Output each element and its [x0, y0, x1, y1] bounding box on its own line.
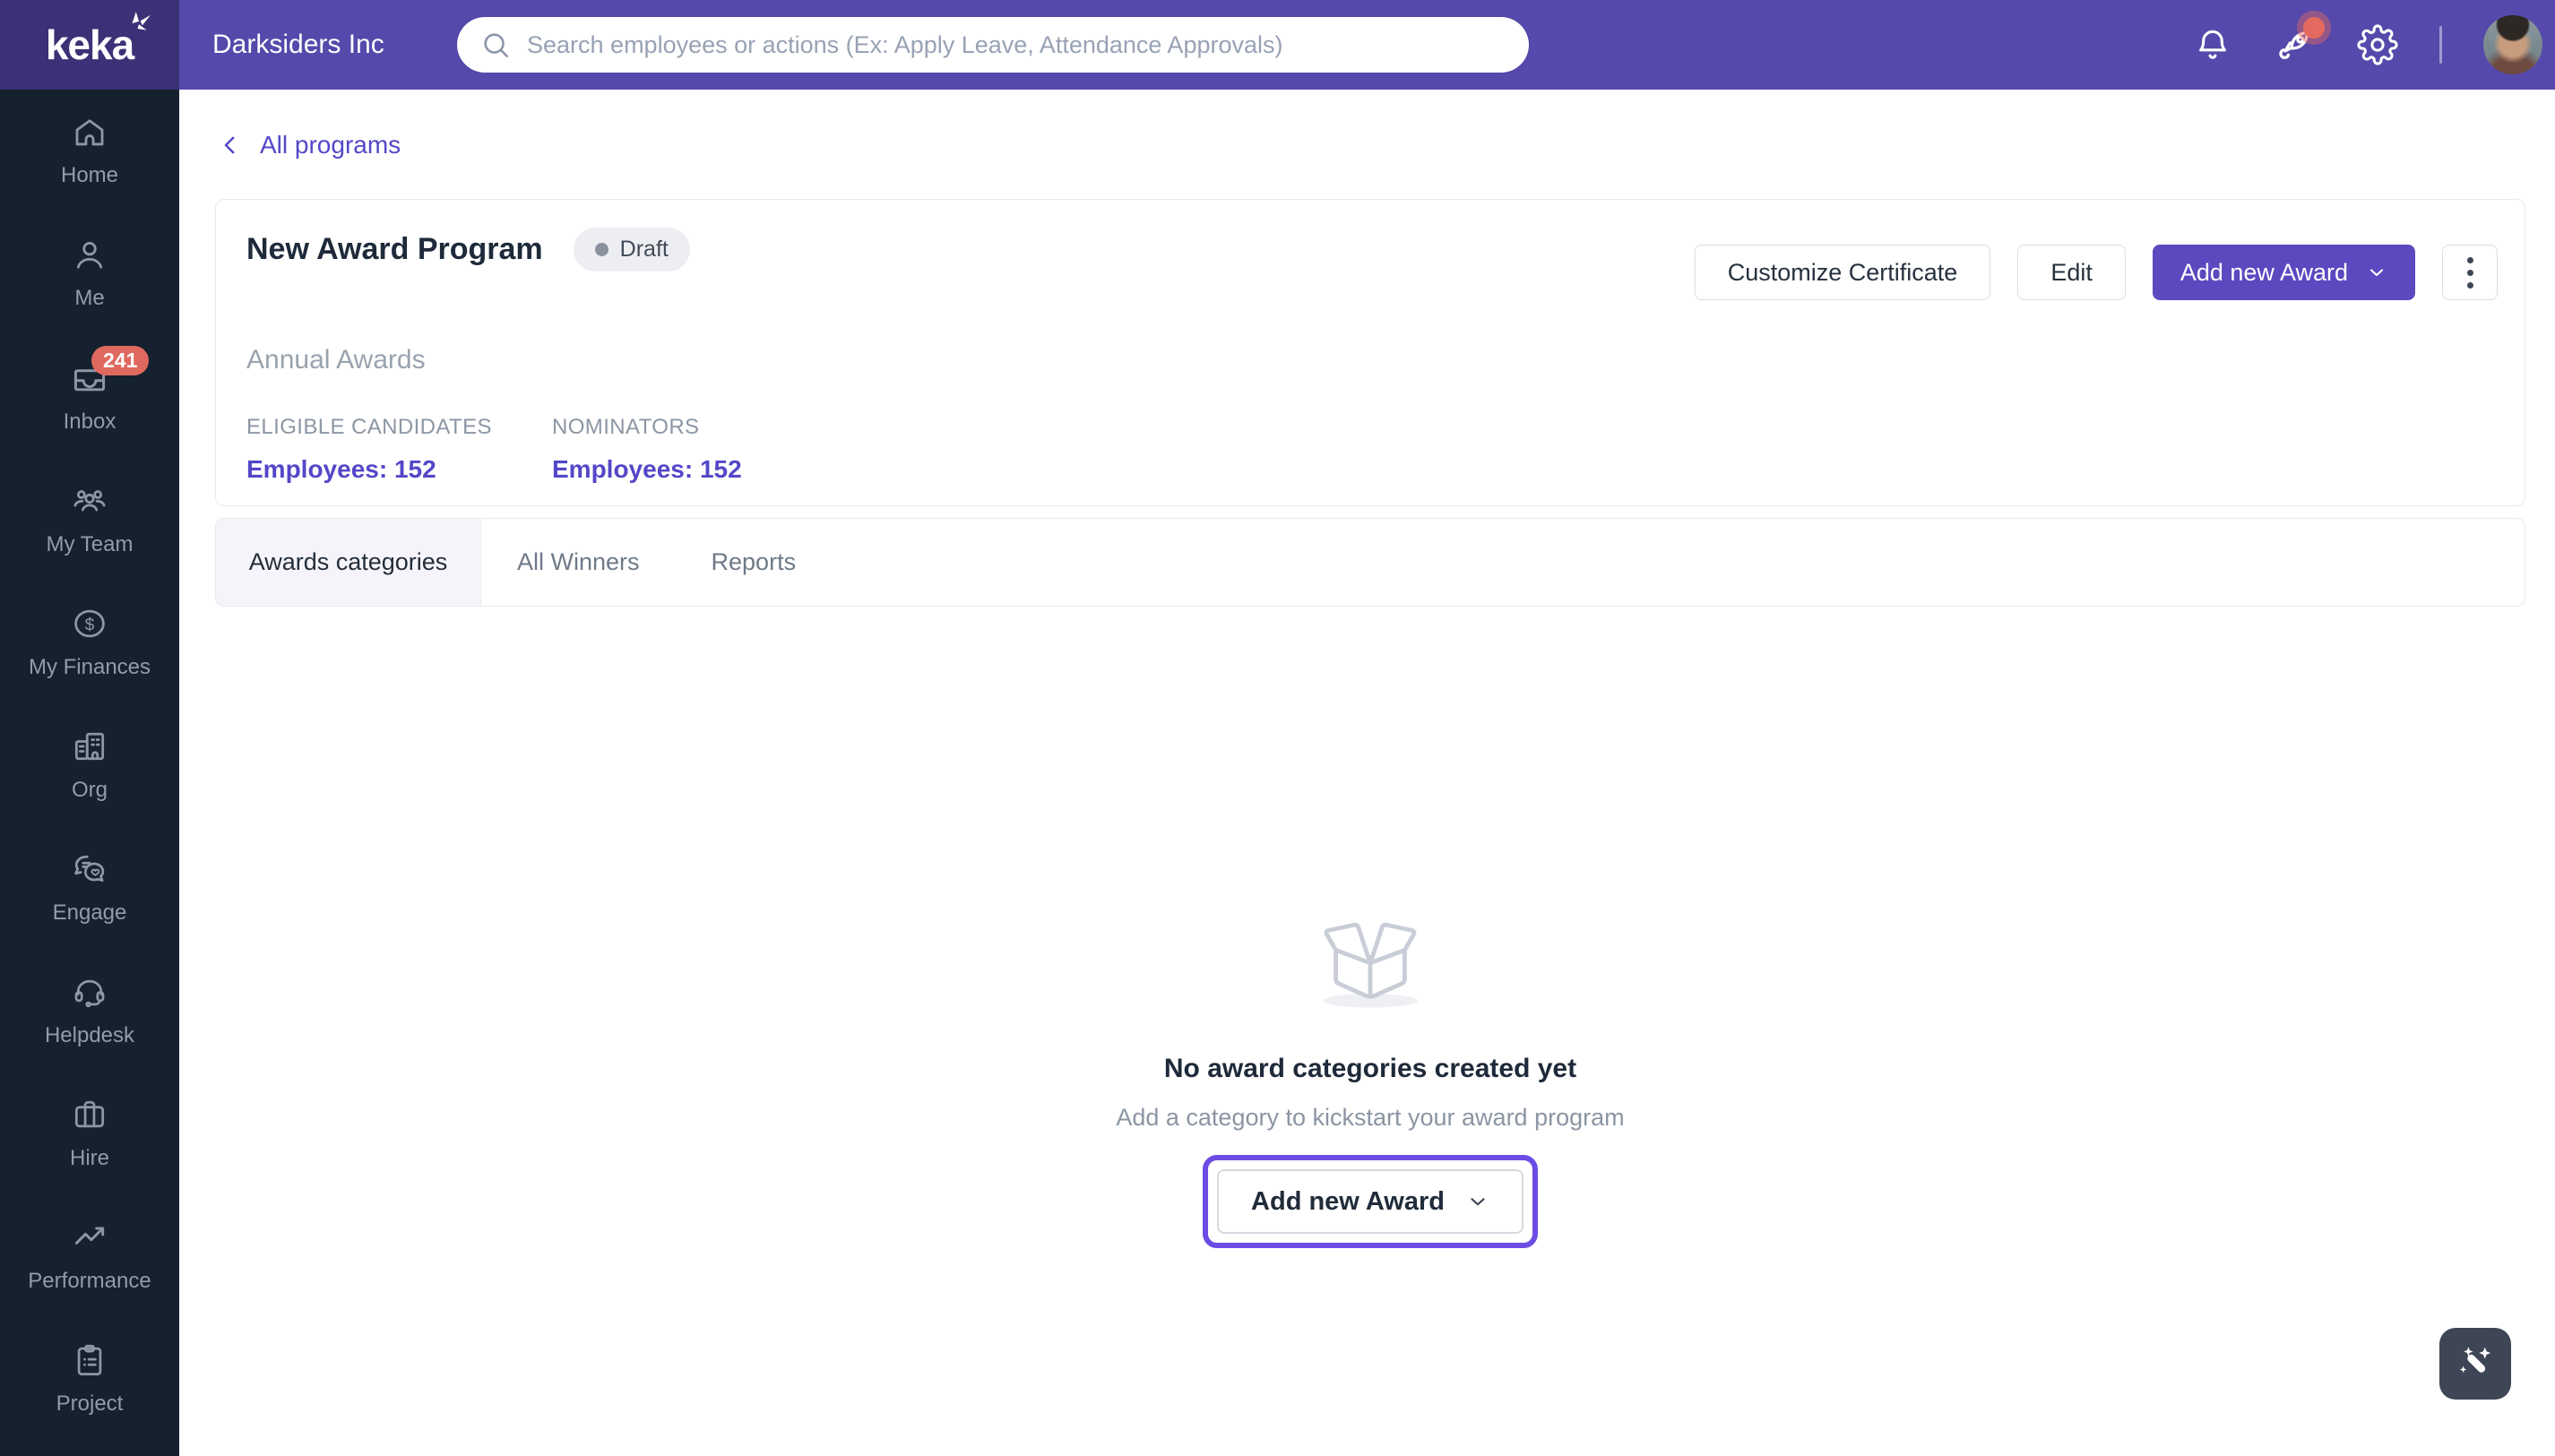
- program-title: New Award Program: [246, 231, 543, 266]
- sidebar-item-engage[interactable]: Engage: [0, 826, 179, 949]
- hire-briefcase-icon: [74, 1100, 105, 1128]
- sidebar-item-my-finances[interactable]: $ My Finances: [0, 581, 179, 703]
- chevron-down-icon: [1471, 1198, 1485, 1206]
- add-new-award-button[interactable]: Add new Award: [2152, 245, 2415, 300]
- team-icon: [73, 490, 106, 512]
- back-to-all-programs[interactable]: All programs: [217, 131, 401, 159]
- empty-add-new-award-button[interactable]: Add new Award: [1217, 1169, 1524, 1234]
- home-icon: [75, 119, 104, 146]
- magic-wand-icon: [2459, 1347, 2491, 1374]
- nominators-link[interactable]: Employees: 152: [552, 455, 822, 484]
- edit-button[interactable]: Edit: [2017, 245, 2126, 300]
- sidebar-item-my-team[interactable]: My Team: [0, 458, 179, 581]
- tab-reports[interactable]: Reports: [676, 519, 833, 606]
- main-sidebar: Home Me Inbox 241 My Team $ My Finances …: [0, 90, 179, 1456]
- eligible-candidates-col: ELIGIBLE CANDIDATES Employees: 152: [246, 415, 552, 484]
- customize-certificate-button[interactable]: Customize Certificate: [1694, 245, 1991, 300]
- notifications-bell-icon[interactable]: [2192, 24, 2233, 65]
- project-clipboard-icon: [77, 1344, 102, 1375]
- inbox-count-badge: 241: [91, 346, 150, 375]
- eligible-candidates-link[interactable]: Employees: 152: [246, 455, 516, 484]
- nominators-col: NOMINATORS Employees: 152: [552, 415, 858, 484]
- program-actions: Customize Certificate Edit Add new Award: [1694, 245, 2498, 300]
- svg-text:$: $: [85, 616, 95, 634]
- dollar-circle-icon: $: [74, 609, 105, 638]
- settings-gear-icon[interactable]: [2357, 24, 2398, 65]
- empty-state: No award categories created yet Add a ca…: [215, 905, 2525, 1248]
- more-options-kebab-button[interactable]: [2442, 245, 2498, 300]
- search-input[interactable]: [527, 30, 1506, 59]
- sidebar-item-me[interactable]: Me: [0, 212, 179, 335]
- tab-all-winners[interactable]: All Winners: [481, 519, 676, 606]
- search-icon: [484, 33, 509, 58]
- header-divider: [2439, 26, 2442, 64]
- sidebar-item-helpdesk[interactable]: Helpdesk: [0, 949, 179, 1072]
- program-meta: ELIGIBLE CANDIDATES Employees: 152 NOMIN…: [246, 415, 858, 484]
- sidebar-item-project[interactable]: Project: [0, 1317, 179, 1440]
- sidebar-item-org[interactable]: Org: [0, 703, 179, 826]
- empty-state-subtitle: Add a category to kickstart your award p…: [1116, 1104, 1625, 1131]
- keka-logo-text: keka: [46, 12, 151, 69]
- helpdesk-headset-icon: [74, 979, 105, 1008]
- person-icon: [77, 241, 102, 269]
- empty-state-title: No award categories created yet: [1163, 1054, 1577, 1083]
- status-badge: Draft: [573, 227, 690, 271]
- sidebar-item-partial[interactable]: [0, 1440, 179, 1456]
- engage-chat-icon: [74, 855, 105, 883]
- top-header: keka Darksiders Inc: [0, 0, 2555, 90]
- header-actions: [2192, 0, 2542, 90]
- global-search[interactable]: [457, 17, 1529, 73]
- nominators-label: NOMINATORS: [552, 415, 700, 439]
- keka-logo-burst-icon: [132, 12, 151, 30]
- add-award-highlight-ring: Add new Award: [1203, 1155, 1538, 1248]
- whats-new-rocket-icon[interactable]: [2274, 17, 2325, 65]
- chevron-left-icon: [224, 136, 235, 154]
- tab-awards-categories[interactable]: Awards categories: [216, 519, 481, 606]
- company-name: Darksiders Inc: [212, 30, 384, 59]
- sidebar-item-hire[interactable]: Hire: [0, 1072, 179, 1194]
- keka-logo[interactable]: keka: [0, 0, 179, 90]
- user-avatar[interactable]: [2483, 15, 2542, 74]
- ai-assistant-wand-button[interactable]: [2439, 1328, 2511, 1400]
- main-content: All programs New Award Program Draft Cus…: [179, 90, 2555, 1456]
- sidebar-item-home[interactable]: Home: [0, 90, 179, 212]
- empty-box-icon: [1323, 922, 1418, 1008]
- sidebar-item-inbox[interactable]: Inbox 241: [0, 335, 179, 458]
- program-name: Annual Awards: [246, 345, 426, 375]
- chevron-down-icon: [2369, 269, 2384, 277]
- program-title-row: New Award Program Draft: [246, 227, 690, 271]
- rocket-notification-dot: [2303, 17, 2325, 39]
- status-dot: [594, 242, 609, 256]
- tabs-bar: Awards categories All Winners Reports: [215, 518, 2525, 607]
- sidebar-item-performance[interactable]: Performance: [0, 1194, 179, 1317]
- performance-trend-icon: [74, 1227, 105, 1245]
- program-card: New Award Program Draft Customize Certif…: [215, 199, 2525, 506]
- org-building-icon: [74, 732, 105, 761]
- eligible-candidates-label: ELIGIBLE CANDIDATES: [246, 415, 492, 439]
